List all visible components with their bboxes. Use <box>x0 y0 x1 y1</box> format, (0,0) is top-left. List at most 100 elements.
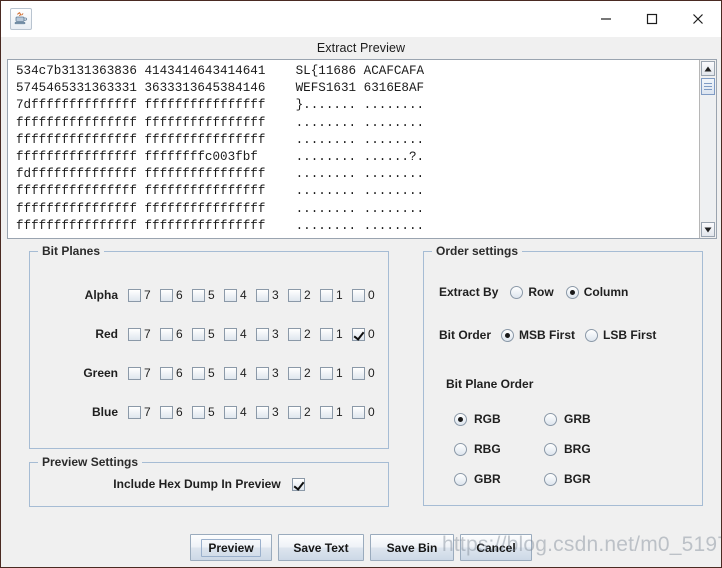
bit-plane-checkbox-alpha-5[interactable]: 5 <box>192 288 224 302</box>
bit-plane-checkbox-blue-4[interactable]: 4 <box>224 405 256 419</box>
bit-plane-checkbox-red-3[interactable]: 3 <box>256 327 288 341</box>
checkbox-indicator[interactable] <box>192 327 205 341</box>
radio-indicator[interactable] <box>544 442 557 456</box>
checkbox-indicator[interactable] <box>224 366 237 380</box>
radio-bit-plane-order-rbg[interactable]: RBG <box>454 442 544 456</box>
preview-button[interactable]: Preview <box>190 534 272 561</box>
bit-plane-checkbox-red-6[interactable]: 6 <box>160 327 192 341</box>
preview-vertical-scrollbar[interactable] <box>699 60 716 238</box>
radio-indicator[interactable] <box>544 472 557 486</box>
scrollbar-track[interactable] <box>701 77 715 221</box>
cancel-button[interactable]: Cancel <box>460 534 532 561</box>
checkbox-indicator[interactable] <box>352 405 365 419</box>
checkbox-indicator[interactable] <box>256 366 269 380</box>
checkbox-indicator[interactable] <box>352 327 365 341</box>
radio-bit-plane-order-grb[interactable]: GRB <box>544 412 634 426</box>
bit-plane-checkbox-green-0[interactable]: 0 <box>352 366 384 380</box>
bit-plane-checkbox-blue-7[interactable]: 7 <box>128 405 160 419</box>
bit-plane-checkbox-alpha-4[interactable]: 4 <box>224 288 256 302</box>
include-hex-dump-row[interactable]: Include Hex Dump In Preview <box>30 477 388 491</box>
bit-plane-checkbox-blue-6[interactable]: 6 <box>160 405 192 419</box>
checkbox-indicator[interactable] <box>224 405 237 419</box>
bit-plane-checkbox-green-5[interactable]: 5 <box>192 366 224 380</box>
checkbox-indicator[interactable] <box>320 327 333 341</box>
checkbox-indicator[interactable] <box>160 288 173 302</box>
checkbox-indicator[interactable] <box>192 288 205 302</box>
checkbox-indicator[interactable] <box>288 327 301 341</box>
scroll-down-arrow-icon[interactable] <box>701 222 715 237</box>
radio-extract-by-row[interactable]: Row <box>510 285 554 299</box>
radio-bit-plane-order-gbr[interactable]: GBR <box>454 472 544 486</box>
radio-bit-plane-order-brg[interactable]: BRG <box>544 442 634 456</box>
bit-plane-checkbox-blue-5[interactable]: 5 <box>192 405 224 419</box>
radio-indicator[interactable] <box>454 442 467 456</box>
bit-plane-checkbox-green-1[interactable]: 1 <box>320 366 352 380</box>
bit-plane-checkbox-alpha-6[interactable]: 6 <box>160 288 192 302</box>
minimize-button[interactable] <box>583 1 629 37</box>
scroll-up-arrow-icon[interactable] <box>701 61 715 76</box>
radio-bit-order-msb[interactable]: MSB First <box>501 328 575 342</box>
checkbox-indicator[interactable] <box>160 366 173 380</box>
bit-plane-checkbox-green-7[interactable]: 7 <box>128 366 160 380</box>
bit-plane-checkbox-alpha-3[interactable]: 3 <box>256 288 288 302</box>
bit-plane-checkbox-alpha-0[interactable]: 0 <box>352 288 384 302</box>
bit-plane-checkbox-red-1[interactable]: 1 <box>320 327 352 341</box>
bit-plane-checkbox-green-6[interactable]: 6 <box>160 366 192 380</box>
bit-plane-checkbox-red-4[interactable]: 4 <box>224 327 256 341</box>
bit-plane-checkbox-red-2[interactable]: 2 <box>288 327 320 341</box>
bit-plane-checkbox-green-3[interactable]: 3 <box>256 366 288 380</box>
checkbox-indicator[interactable] <box>128 288 141 302</box>
checkbox-indicator[interactable] <box>352 366 365 380</box>
hex-dump-preview[interactable]: 534c7b3131363836 4143414643414641 SL{116… <box>7 59 717 239</box>
checkbox-indicator[interactable] <box>320 366 333 380</box>
save-bin-button[interactable]: Save Bin <box>370 534 454 561</box>
hex-dump-text[interactable]: 534c7b3131363836 4143414643414641 SL{116… <box>8 60 699 238</box>
checkbox-indicator[interactable] <box>256 327 269 341</box>
checkbox-indicator[interactable] <box>320 405 333 419</box>
bit-plane-checkbox-alpha-2[interactable]: 2 <box>288 288 320 302</box>
bit-plane-checkbox-alpha-1[interactable]: 1 <box>320 288 352 302</box>
checkbox-indicator[interactable] <box>352 288 365 302</box>
checkbox-indicator[interactable] <box>128 405 141 419</box>
checkbox-indicator[interactable] <box>288 288 301 302</box>
bit-plane-checkbox-green-2[interactable]: 2 <box>288 366 320 380</box>
radio-indicator[interactable] <box>454 472 467 486</box>
checkbox-indicator[interactable] <box>160 405 173 419</box>
include-hex-dump-checkbox[interactable] <box>291 477 305 491</box>
checkbox-indicator[interactable] <box>288 366 301 380</box>
save-text-button[interactable]: Save Text <box>278 534 364 561</box>
radio-extract-by-column[interactable]: Column <box>565 285 628 299</box>
maximize-button[interactable] <box>629 1 675 37</box>
checkbox-indicator[interactable] <box>288 405 301 419</box>
scrollbar-thumb[interactable] <box>701 78 715 95</box>
radio-indicator[interactable] <box>585 328 599 342</box>
bit-plane-checkbox-blue-0[interactable]: 0 <box>352 405 384 419</box>
bit-plane-checkbox-blue-3[interactable]: 3 <box>256 405 288 419</box>
checkbox-indicator[interactable] <box>256 288 269 302</box>
bit-plane-checkbox-red-7[interactable]: 7 <box>128 327 160 341</box>
checkbox-indicator[interactable] <box>256 405 269 419</box>
checkbox-indicator[interactable] <box>128 327 141 341</box>
checkbox-indicator[interactable] <box>128 366 141 380</box>
bit-plane-checkbox-green-4[interactable]: 4 <box>224 366 256 380</box>
bit-plane-checkbox-blue-2[interactable]: 2 <box>288 405 320 419</box>
radio-indicator[interactable] <box>510 285 524 299</box>
bit-plane-checkbox-red-0[interactable]: 0 <box>352 327 384 341</box>
radio-bit-order-lsb[interactable]: LSB First <box>585 328 656 342</box>
checkbox-indicator[interactable] <box>192 405 205 419</box>
bit-plane-checkbox-blue-1[interactable]: 1 <box>320 405 352 419</box>
bit-plane-checkbox-alpha-7[interactable]: 7 <box>128 288 160 302</box>
radio-indicator[interactable] <box>544 412 557 426</box>
checkbox-indicator[interactable] <box>160 327 173 341</box>
radio-indicator[interactable] <box>501 328 515 342</box>
radio-bit-plane-order-bgr[interactable]: BGR <box>544 472 634 486</box>
close-button[interactable] <box>675 1 721 37</box>
checkbox-indicator[interactable] <box>224 327 237 341</box>
checkbox-indicator[interactable] <box>192 366 205 380</box>
radio-bit-plane-order-rgb[interactable]: RGB <box>454 412 544 426</box>
radio-indicator[interactable] <box>565 285 579 299</box>
bit-plane-checkbox-red-5[interactable]: 5 <box>192 327 224 341</box>
checkbox-indicator[interactable] <box>224 288 237 302</box>
radio-indicator[interactable] <box>454 412 467 426</box>
checkbox-indicator[interactable] <box>320 288 333 302</box>
